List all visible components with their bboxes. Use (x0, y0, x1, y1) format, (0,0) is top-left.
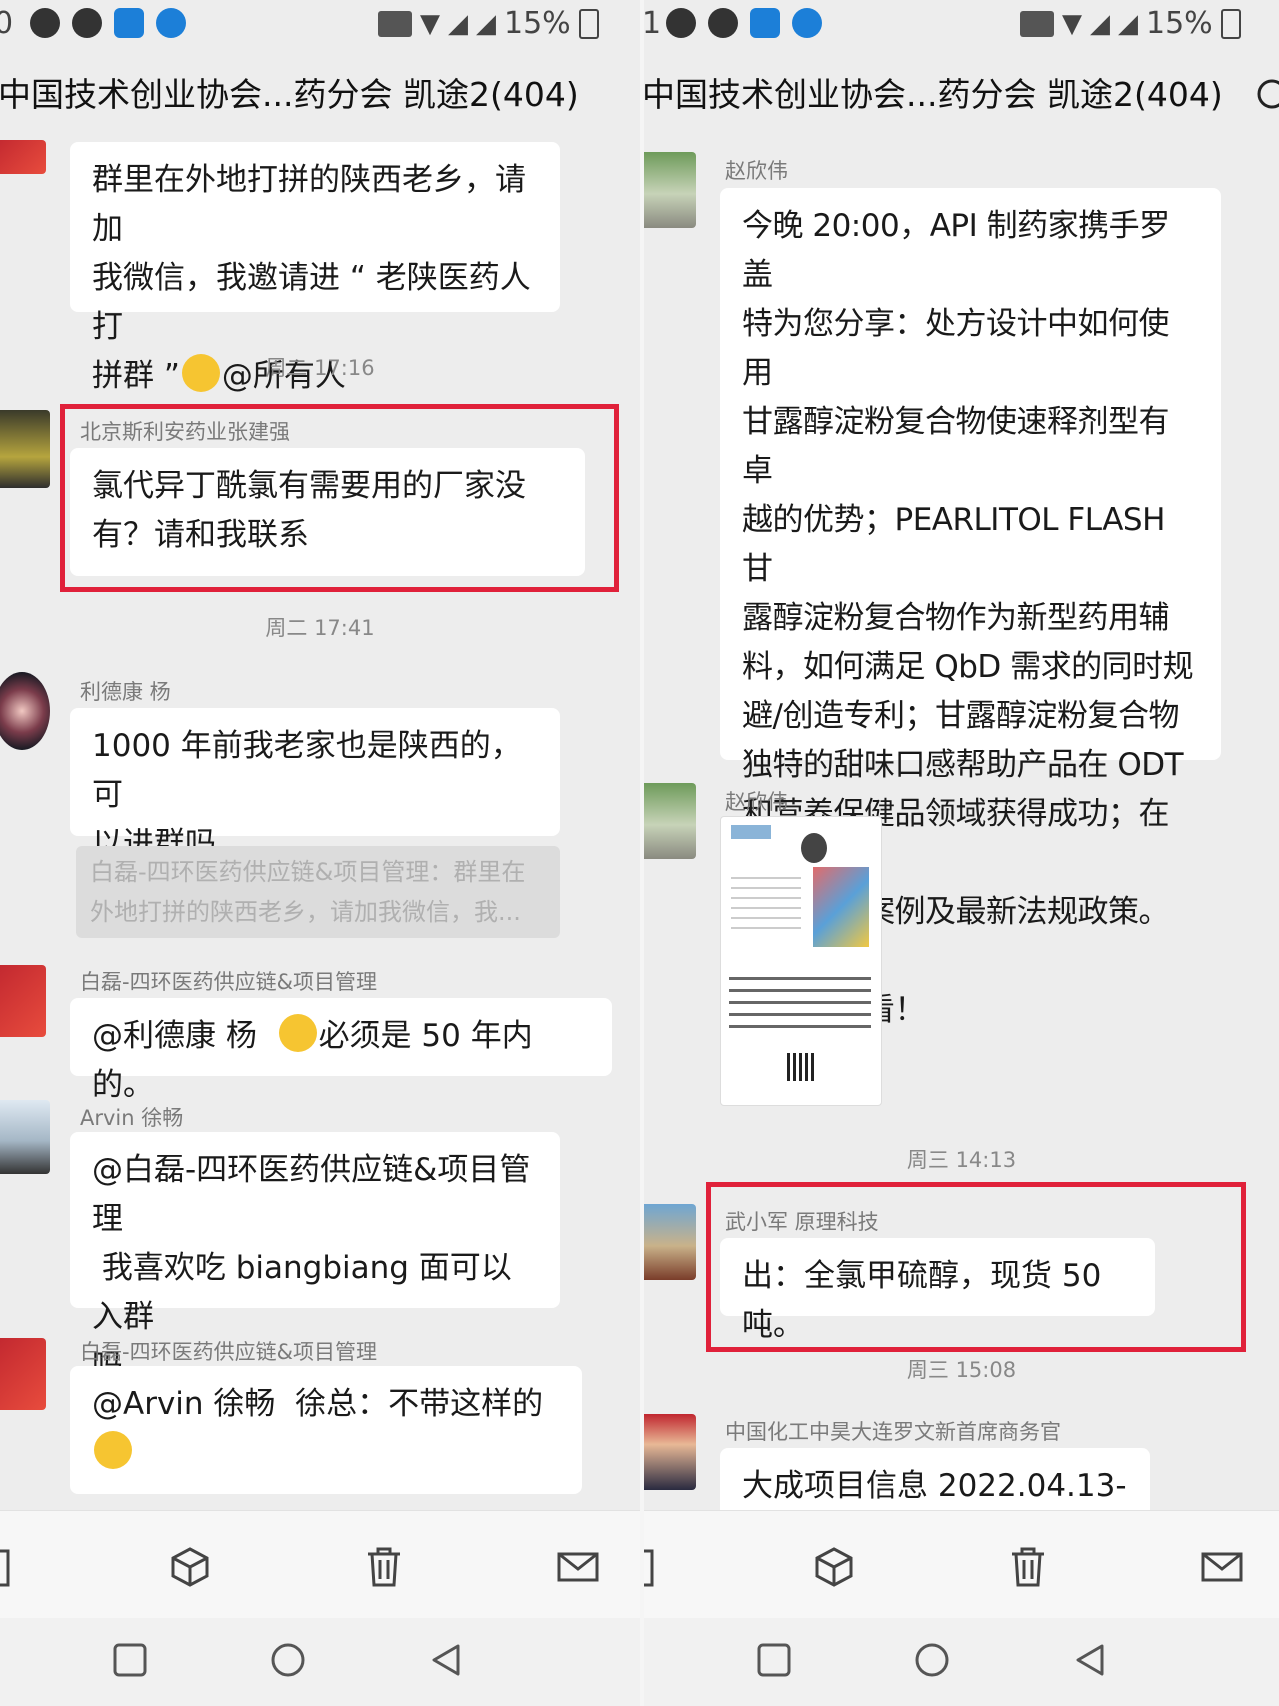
status-leading-char: 0 (0, 6, 14, 41)
chat-title[interactable]: 中国技术创业协会...药分会 凯途2(404) (644, 68, 1223, 128)
highlight-box (60, 404, 619, 592)
timestamp: 周三 15:08 (906, 1358, 1017, 1382)
app-notification-icon (750, 8, 780, 38)
crying-laugh-emoji-icon (278, 1014, 317, 1052)
poster-graphic (813, 867, 869, 947)
home-icon[interactable] (912, 1640, 952, 1680)
message-bubble[interactable]: @Arvin 徐畅 徐总：不带这样的 (70, 1366, 582, 1494)
wifi-icon: ▼ (1062, 8, 1082, 39)
app-notification-icon (156, 8, 186, 38)
recent-apps-icon[interactable] (110, 1640, 150, 1680)
avatar[interactable] (644, 783, 696, 859)
notification-icon (666, 8, 696, 38)
sender-name: 赵欣伟 (725, 790, 788, 814)
battery-percent: 15% (1146, 6, 1213, 41)
sender-name: 白磊-四环医药供应链&项目管理 (80, 970, 377, 994)
volte-icon (1020, 10, 1054, 37)
box-icon[interactable] (812, 1545, 856, 1589)
right-chat-pane: 1 ▼ ◢ ◢ 15% 中国技术创业协会...药分会 凯途2(404) 赵欣伟 … (644, 0, 1279, 1706)
share-icon[interactable] (0, 1545, 22, 1589)
signal-icon: ◢ (448, 8, 468, 39)
signal-icon: ◢ (476, 8, 496, 39)
battery-percent: 15% (504, 6, 571, 41)
bottom-toolbar (644, 1510, 1279, 1619)
poster-image[interactable] (720, 816, 882, 1106)
poster-logo-graphic (731, 825, 771, 839)
circle-icon (1257, 79, 1279, 109)
status-bar: 1 ▼ ◢ ◢ 15% (644, 0, 1279, 50)
trash-icon[interactable] (1006, 1545, 1050, 1589)
avatar[interactable] (0, 140, 46, 174)
highlight-box (706, 1182, 1246, 1352)
message-bubble[interactable]: 群里在外地打拼的陕西老乡，请加 我微信，我邀请进 “ 老陕医药人打 拼群 ” @所… (70, 142, 560, 394)
timestamp: 周二 17:41 (265, 616, 375, 640)
qr-code-graphic (787, 1053, 815, 1081)
battery-icon (1220, 8, 1241, 39)
app-notification-icon (792, 8, 822, 38)
message-bubble[interactable]: 1000 年前我老家也是陕西的，可 以进群吗 (70, 708, 560, 862)
sender-name: 白磊-四环医药供应链&项目管理 (80, 1340, 377, 1364)
poster-text-lines (729, 977, 871, 1037)
sender-name: 赵欣伟 (725, 159, 788, 183)
mail-icon[interactable] (1200, 1545, 1244, 1589)
message-bubble[interactable]: 今晚 20:00，API 制药家携手罗盖 特为您分享：处方设计中如何使用 甘露醇… (720, 188, 1221, 1028)
message-bubble[interactable]: @利德康 杨 必须是 50 年内的。 (70, 998, 612, 1103)
message-bubble[interactable]: @白磊-四环医药供应链&项目管理 我喜欢吃 biangbiang 面可以入群 吗 (70, 1132, 560, 1384)
recent-apps-icon[interactable] (754, 1640, 794, 1680)
home-icon[interactable] (268, 1640, 308, 1680)
back-icon[interactable] (1070, 1640, 1110, 1680)
avatar[interactable] (0, 410, 50, 488)
sender-name: 中国化工中昊大连罗文新首席商务官 (725, 1420, 1061, 1444)
crying-laugh-emoji-icon (94, 1431, 132, 1469)
quoted-message[interactable]: 白磊-四环医药供应链&项目管理：群里在 外地打拼的陕西老乡，请加我微信，我... (76, 846, 560, 938)
share-icon[interactable] (644, 1545, 666, 1589)
mention-text: @利德康 杨 (92, 1018, 277, 1054)
left-chat-pane: 0 ▼ ◢ ◢ 15% 中国技术创业协会...药分会 凯途2(404) 群里在外… (0, 0, 640, 1706)
system-nav-bar (644, 1618, 1279, 1706)
notification-icon (708, 8, 738, 38)
avatar[interactable] (644, 1414, 696, 1490)
avatar[interactable] (0, 1100, 50, 1174)
signal-icon: ◢ (1118, 8, 1138, 39)
chat-title[interactable]: 中国技术创业协会...药分会 凯途2(404) (0, 68, 579, 128)
back-icon[interactable] (426, 1640, 466, 1680)
notification-icon (30, 8, 60, 38)
signal-icon: ◢ (1090, 8, 1110, 39)
avatar[interactable] (644, 152, 696, 228)
sender-name: 利德康 杨 (80, 680, 171, 704)
avatar[interactable] (0, 672, 50, 750)
app-notification-icon (114, 8, 144, 38)
bottom-toolbar (0, 1510, 640, 1619)
status-leading-char: 1 (644, 6, 662, 41)
poster-portrait-graphic (801, 833, 827, 863)
box-icon[interactable] (168, 1545, 212, 1589)
wifi-icon: ▼ (420, 8, 440, 39)
system-nav-bar (0, 1618, 640, 1706)
avatar[interactable] (0, 1338, 46, 1410)
status-bar: 0 ▼ ◢ ◢ 15% (0, 0, 640, 50)
mail-icon[interactable] (556, 1545, 600, 1589)
avatar[interactable] (0, 965, 46, 1037)
sender-name: Arvin 徐畅 (80, 1106, 184, 1130)
notification-icon (72, 8, 102, 38)
volte-icon (378, 10, 412, 37)
timestamp: 周二 17:16 (265, 356, 375, 380)
trash-icon[interactable] (362, 1545, 406, 1589)
message-text: @Arvin 徐畅 徐总：不带这样的 (92, 1386, 544, 1422)
timestamp: 周三 14:13 (906, 1148, 1017, 1172)
avatar[interactable] (644, 1204, 696, 1280)
battery-icon (578, 8, 599, 39)
poster-text-lines (731, 877, 801, 937)
